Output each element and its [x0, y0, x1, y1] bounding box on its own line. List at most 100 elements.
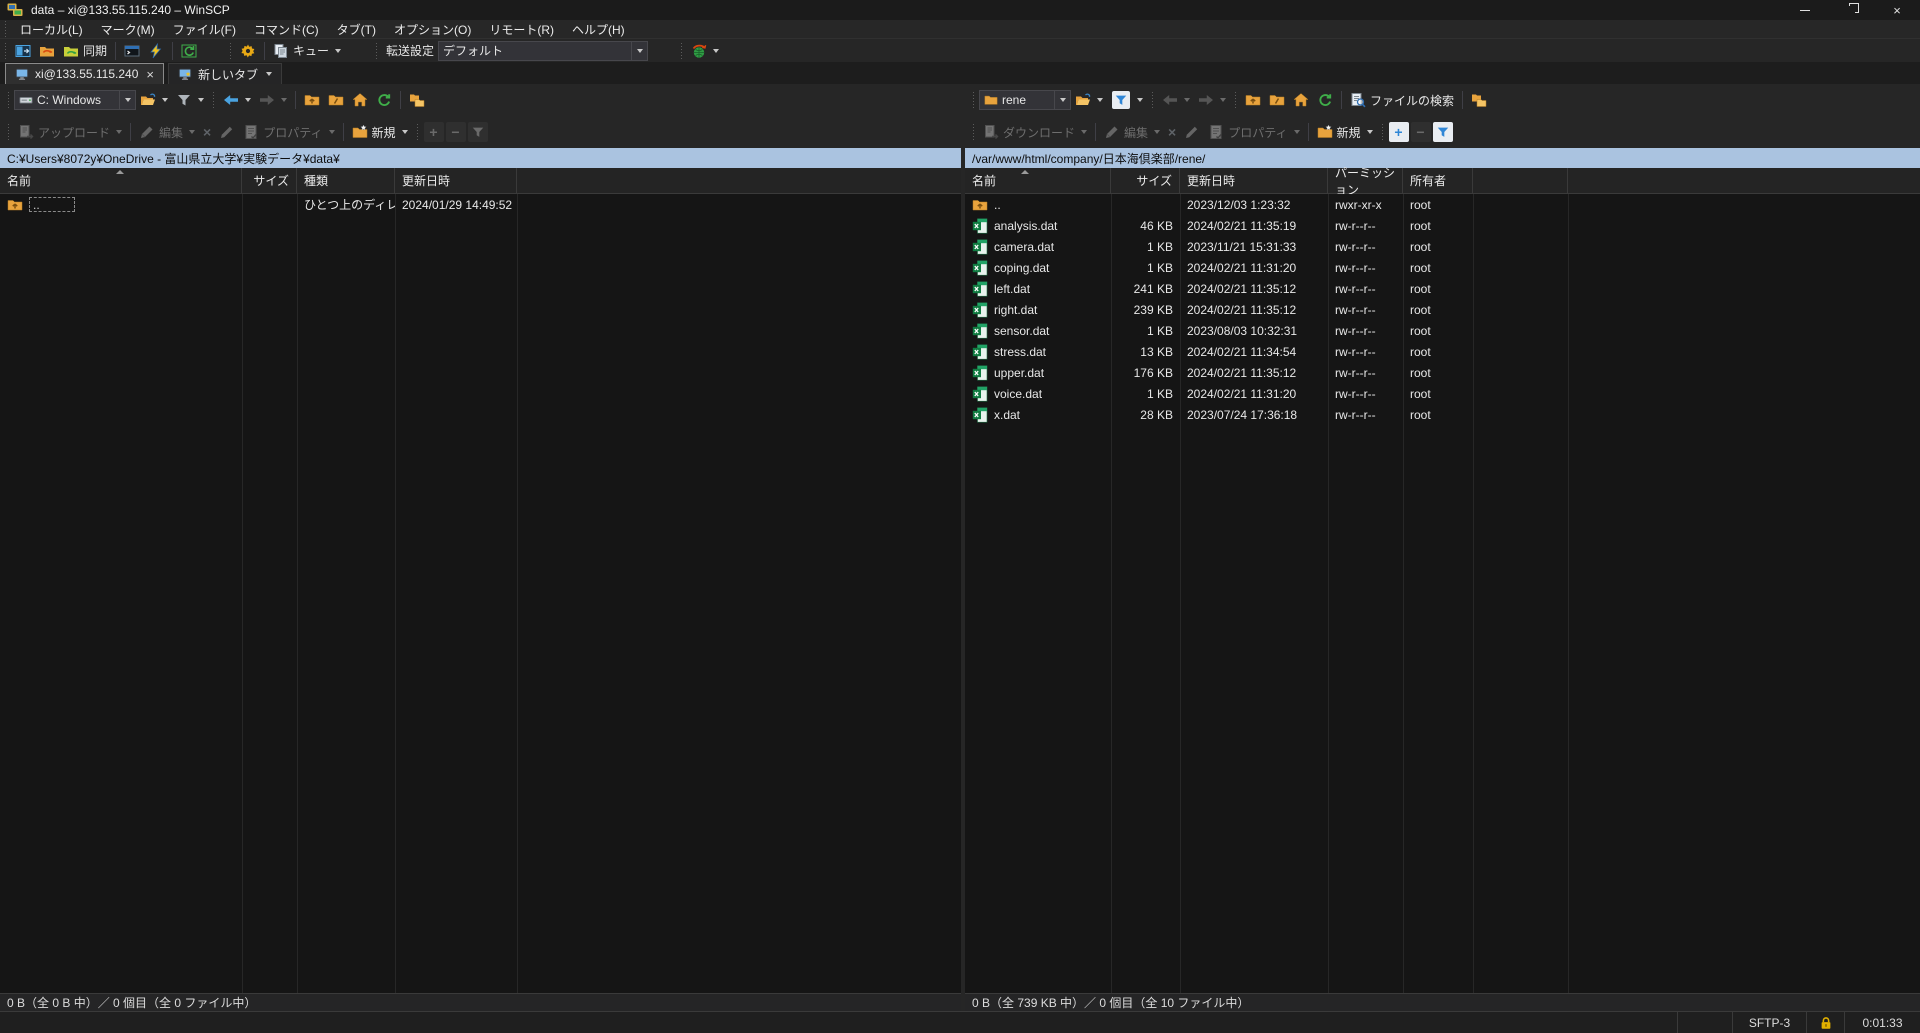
column-header-date[interactable]: 更新日時: [395, 168, 517, 193]
remote-directory-combobox[interactable]: rene: [979, 90, 1071, 110]
column-header-type[interactable]: 種類: [297, 168, 395, 193]
status-encryption[interactable]: [1806, 1012, 1844, 1033]
remote-selection-filter-button[interactable]: [1433, 122, 1453, 142]
local-forward-button[interactable]: [255, 90, 291, 110]
download-button[interactable]: ダウンロード: [979, 122, 1091, 143]
remote-path-bar[interactable]: /var/www/html/company/日本海倶楽部/rene/: [965, 148, 1920, 168]
local-root-directory-button[interactable]: [324, 90, 348, 110]
column-header-date[interactable]: 更新日時: [1180, 168, 1328, 193]
local-path-bar[interactable]: C:¥Users¥8072y¥OneDrive - 富山県立大学¥実験データ¥d…: [0, 148, 961, 168]
open-putty-button[interactable]: [144, 41, 168, 61]
find-files-button[interactable]: ファイルの検索: [1346, 90, 1458, 111]
local-new-button[interactable]: 新規: [348, 122, 412, 143]
preferences-button[interactable]: [236, 41, 260, 61]
file-row[interactable]: analysis.dat46 KB2024/02/21 11:35:19rw-r…: [965, 215, 1920, 236]
local-filter-button[interactable]: [172, 90, 208, 110]
explore-transfer-mode-button[interactable]: [687, 41, 723, 61]
column-header-permissions[interactable]: パーミッション: [1328, 168, 1403, 193]
toolbar-grip[interactable]: [212, 92, 215, 108]
remote-unselect-button[interactable]: −: [1411, 122, 1431, 142]
file-row[interactable]: voice.dat1 KB2024/02/21 11:31:20rw-r--r-…: [965, 383, 1920, 404]
local-back-button[interactable]: [219, 90, 255, 110]
remote-new-button[interactable]: 新規: [1313, 122, 1377, 143]
toolbar-grip[interactable]: [375, 43, 378, 59]
local-home-directory-button[interactable]: [348, 90, 372, 110]
toolbar-grip[interactable]: [1381, 124, 1384, 140]
toolbar-grip[interactable]: [416, 124, 419, 140]
remote-copy-path-button[interactable]: [1467, 90, 1491, 110]
column-header-name[interactable]: 名前: [0, 168, 242, 193]
local-edit-button[interactable]: 編集: [135, 122, 199, 143]
local-open-directory-button[interactable]: [136, 90, 172, 110]
toolbar-grip[interactable]: [972, 124, 975, 140]
combo-dropdown-button[interactable]: [119, 91, 133, 109]
minimize-button[interactable]: [1782, 0, 1828, 20]
file-row[interactable]: stress.dat13 KB2024/02/21 11:34:54rw-r--…: [965, 341, 1920, 362]
combo-dropdown-button[interactable]: [1054, 91, 1068, 109]
menu-item[interactable]: ヘルプ(H): [563, 20, 634, 39]
menu-item[interactable]: リモート(R): [480, 20, 563, 39]
menu-item[interactable]: オプション(O): [385, 20, 480, 39]
remote-refresh-button[interactable]: [1313, 90, 1337, 110]
restore-button[interactable]: [1828, 0, 1874, 20]
column-header-size[interactable]: サイズ: [1111, 168, 1180, 193]
new-tab-button[interactable]: 新しいタブ: [168, 63, 282, 84]
toolbar-grip[interactable]: [680, 43, 683, 59]
toolbar-grip[interactable]: [1234, 92, 1237, 108]
combo-dropdown-button[interactable]: [631, 42, 645, 60]
remote-parent-directory-button[interactable]: [1241, 90, 1265, 110]
local-parent-directory-button[interactable]: [300, 90, 324, 110]
toolbar-grip[interactable]: [1151, 92, 1154, 108]
remote-edit-button[interactable]: 編集: [1100, 122, 1164, 143]
open-console-button[interactable]: [120, 41, 144, 61]
file-row[interactable]: x.dat28 KB2023/07/24 17:36:18rw-r--r--ro…: [965, 404, 1920, 425]
local-refresh-button[interactable]: [372, 90, 396, 110]
close-button[interactable]: ×: [1874, 0, 1920, 20]
menubar-grip[interactable]: [4, 21, 7, 37]
remote-delete-button[interactable]: ×: [1164, 123, 1180, 141]
menu-item[interactable]: マーク(M): [92, 20, 164, 39]
remote-rename-button[interactable]: [1180, 122, 1204, 142]
synchronize-button[interactable]: 同期: [59, 40, 111, 61]
menu-item[interactable]: ローカル(L): [11, 20, 92, 39]
local-unselect-button[interactable]: −: [446, 122, 466, 142]
toolbar-grip[interactable]: [229, 43, 232, 59]
local-select-button[interactable]: +: [424, 122, 444, 142]
column-header-owner[interactable]: 所有者: [1403, 168, 1473, 193]
file-row[interactable]: coping.dat1 KB2024/02/21 11:31:20rw-r--r…: [965, 257, 1920, 278]
column-header-size[interactable]: サイズ: [242, 168, 297, 193]
toggle-panels-button[interactable]: [11, 41, 35, 61]
toolbar-grip[interactable]: [972, 92, 975, 108]
remote-open-directory-button[interactable]: [1071, 90, 1107, 110]
local-delete-button[interactable]: ×: [199, 123, 215, 141]
queue-button[interactable]: キュー: [269, 40, 345, 61]
local-rename-button[interactable]: [215, 122, 239, 142]
menu-item[interactable]: タブ(T): [328, 20, 385, 39]
transfer-preset-combobox[interactable]: デフォルト: [438, 41, 648, 61]
local-copy-path-button[interactable]: [405, 90, 429, 110]
local-selection-filter-button[interactable]: [468, 122, 488, 142]
refresh-session-button[interactable]: [177, 41, 201, 61]
remote-forward-button[interactable]: [1194, 90, 1230, 110]
remote-back-button[interactable]: [1158, 90, 1194, 110]
file-row[interactable]: camera.dat1 KB2023/11/21 15:31:33rw-r--r…: [965, 236, 1920, 257]
tab-close-button[interactable]: ×: [146, 67, 154, 82]
synchronize-browsing-button[interactable]: [35, 41, 59, 61]
file-row[interactable]: ..ひとつ上のディレクトリ2024/01/29 14:49:52: [0, 194, 961, 215]
menu-item[interactable]: コマンド(C): [245, 20, 328, 39]
remote-filter-button[interactable]: [1107, 89, 1147, 111]
toolbar-grip[interactable]: [7, 92, 10, 108]
file-row[interactable]: left.dat241 KB2024/02/21 11:35:12rw-r--r…: [965, 278, 1920, 299]
column-header-name[interactable]: 名前: [965, 168, 1111, 193]
file-row[interactable]: upper.dat176 KB2024/02/21 11:35:12rw-r--…: [965, 362, 1920, 383]
local-properties-button[interactable]: プロパティ: [239, 122, 338, 143]
remote-root-directory-button[interactable]: [1265, 90, 1289, 110]
file-row[interactable]: right.dat239 KB2024/02/21 11:35:12rw-r--…: [965, 299, 1920, 320]
toolbar-grip[interactable]: [7, 124, 10, 140]
file-row[interactable]: ..2023/12/03 1:23:32rwxr-xr-xroot: [965, 194, 1920, 215]
menu-item[interactable]: ファイル(F): [164, 20, 245, 39]
toolbar-grip[interactable]: [4, 43, 7, 59]
remote-properties-button[interactable]: プロパティ: [1204, 122, 1303, 143]
remote-home-directory-button[interactable]: [1289, 90, 1313, 110]
remote-select-button[interactable]: +: [1389, 122, 1409, 142]
